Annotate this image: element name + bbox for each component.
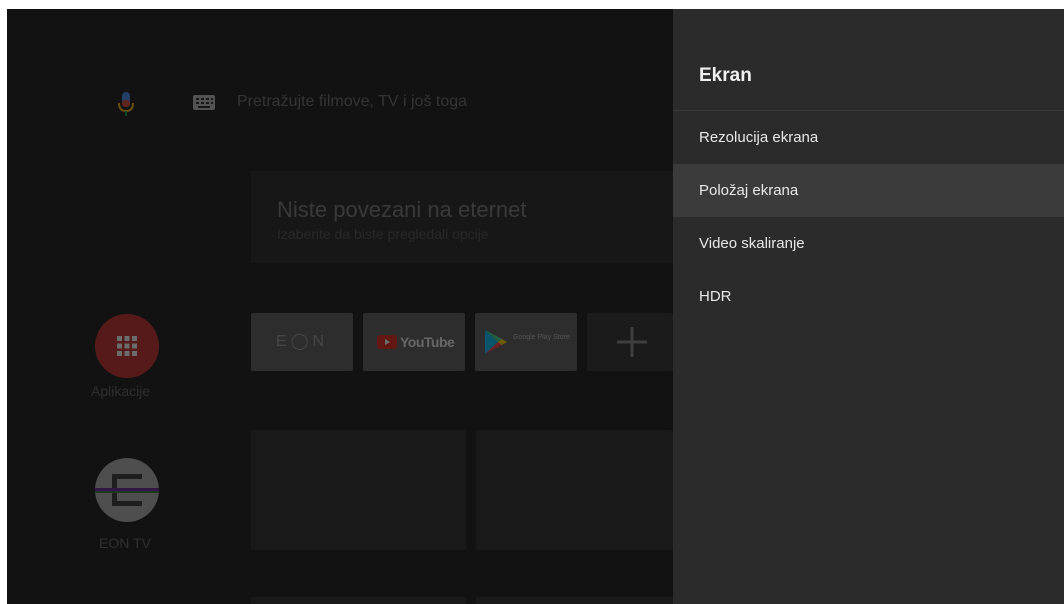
youtube-play-icon xyxy=(377,335,397,349)
content-card[interactable] xyxy=(476,430,673,550)
tv-screen: Pretražujte filmove, TV i još toga Niste… xyxy=(7,9,1064,604)
banner-title: Niste povezani na eternet xyxy=(277,197,527,222)
eon-tile-text: E◯N xyxy=(275,333,329,350)
play-store-app-tile[interactable]: Google Play Store xyxy=(475,313,577,371)
apps-grid-icon[interactable] xyxy=(95,314,159,378)
eon-app-tile[interactable]: E◯N xyxy=(251,313,353,371)
banner-subtitle: Izaberite da biste pregledali opcije xyxy=(277,226,489,242)
keyboard-icon[interactable] xyxy=(193,95,215,110)
menu-item-video-scaling[interactable]: Video skaliranje xyxy=(673,217,1064,270)
menu-item-screen-resolution[interactable]: Rezolucija ekrana xyxy=(673,111,1064,164)
play-store-tile-text: Google Play Store xyxy=(513,334,570,341)
eon-tv-label: EON TV xyxy=(99,535,151,551)
apps-label: Aplikacije xyxy=(91,383,151,399)
add-icon xyxy=(617,327,647,357)
display-settings-panel: Ekran Rezolucija ekrana Položaj ekrana V… xyxy=(673,9,1064,604)
menu-item-hdr[interactable]: HDR xyxy=(673,270,1064,323)
panel-title: Ekran xyxy=(699,65,752,86)
play-store-icon xyxy=(485,330,507,354)
add-app-tile[interactable] xyxy=(587,313,673,371)
youtube-app-tile[interactable]: YouTube xyxy=(363,313,465,371)
youtube-tile-text: YouTube xyxy=(400,334,455,350)
content-card[interactable] xyxy=(251,430,466,550)
network-banner[interactable]: Niste povezani na eternet Izaberite da b… xyxy=(251,171,673,263)
eon-tv-icon[interactable] xyxy=(95,458,159,522)
content-card[interactable] xyxy=(251,597,466,604)
search-input[interactable]: Pretražujte filmove, TV i još toga xyxy=(237,93,467,111)
content-card[interactable] xyxy=(476,597,673,604)
menu-item-screen-position[interactable]: Položaj ekrana xyxy=(673,164,1064,217)
mic-icon[interactable] xyxy=(118,92,134,118)
home-screen-dimmed: Pretražujte filmove, TV i još toga Niste… xyxy=(7,9,673,604)
